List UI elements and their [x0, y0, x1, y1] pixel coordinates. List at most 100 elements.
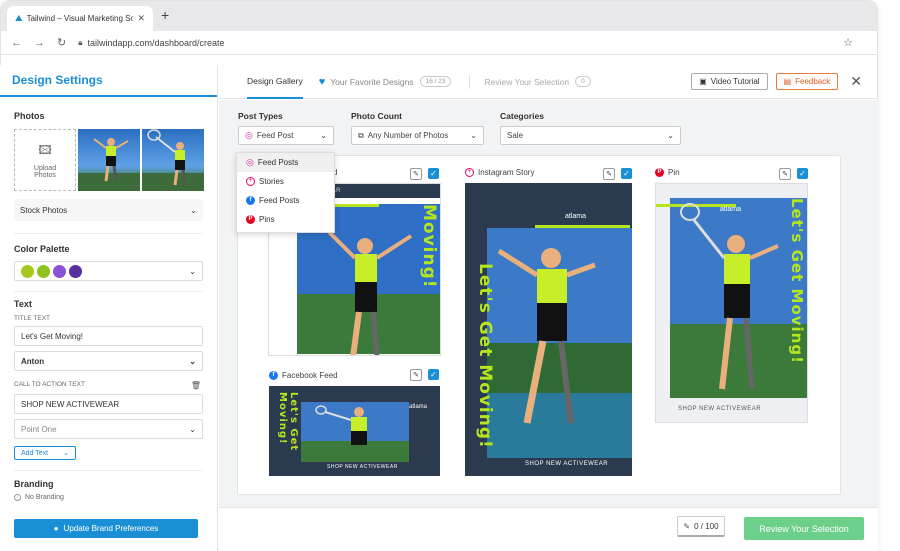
design-preview-facebook-feed[interactable]: atlama Let's Get Moving! SHOP NEW ACTIVE… [269, 386, 440, 476]
new-tab-icon[interactable]: + [161, 7, 169, 23]
athlete-photo-2 [142, 129, 204, 191]
instagram-story-label: + Instagram Story [465, 168, 534, 177]
update-brand-preferences-button[interactable]: ● Update Brand Preferences [14, 519, 198, 538]
radio-button[interactable] [14, 494, 21, 501]
pinterest-icon: P [246, 215, 255, 224]
browser-tab[interactable]: ⛰ Tailwind – Visual Marketing So ✕ [7, 6, 153, 31]
instagram-icon: ◎ [245, 130, 253, 140]
divider [469, 74, 471, 89]
chevron-down-icon: ⌄ [320, 131, 327, 140]
photos-row: 🖾 Upload Photos [0, 129, 217, 191]
dropdown-item-label: Feed Posts [257, 158, 299, 167]
tab-title: Tailwind – Visual Marketing So [26, 14, 134, 23]
user-icon: ● [53, 524, 59, 533]
dropdown-item-facebook-feed-posts[interactable]: f Feed Posts [237, 191, 334, 210]
tailwind-favicon-icon: ⛰ [15, 13, 23, 23]
athlete-photo [656, 198, 807, 398]
title-text-label: TITLE TEXT [14, 315, 50, 322]
select-checkbox[interactable]: ✓ [428, 369, 439, 380]
chevron-down-icon: ⌄ [189, 424, 196, 434]
add-text-label: Add Text [21, 449, 49, 457]
review-your-selection-button[interactable]: Review Your Selection [744, 517, 864, 540]
heart-icon: ♥ [318, 75, 326, 88]
video-icon: ▣ [699, 77, 707, 86]
title-font-select[interactable]: Anton ⌄ [14, 351, 203, 371]
no-branding-label: No Branding [25, 494, 64, 501]
color-palette-dropdown[interactable]: ⌄ [14, 261, 203, 281]
reload-icon[interactable]: ↻ [57, 36, 66, 49]
palette-color-swatch [69, 264, 82, 278]
edit-icon[interactable]: ✎ [410, 369, 422, 381]
photo-count-label: Photo Count [351, 111, 402, 121]
review-label: Review Your Selection [484, 76, 570, 87]
no-branding-option[interactable]: No Branding [0, 494, 217, 501]
comment-icon: ▤ [783, 77, 792, 86]
trash-icon[interactable]: 🗑︎ [191, 381, 201, 390]
cta-text-input[interactable]: SHOP NEW ACTIVEWEAR [14, 394, 203, 414]
video-tutorial-button[interactable]: ▣ Video Tutorial [691, 73, 768, 90]
tab-review-selection[interactable]: Review Your Selection 0 [484, 76, 591, 87]
design-preview-pin[interactable]: atlama Let's Get Moving! SHOP NEW ACTIVE… [655, 183, 808, 423]
divider [14, 233, 203, 234]
dropdown-item-feed-posts[interactable]: ◎ Feed Posts [237, 153, 334, 172]
add-text-button[interactable]: Add Text ⌄ [14, 446, 76, 460]
chevron-down-icon: ⌄ [189, 356, 196, 366]
design-headline: Let's Get Moving! [475, 263, 495, 449]
facebook-feed-label-text: Facebook Feed [282, 371, 338, 380]
cta-label-row: CALL TO ACTION TEXT 🗑︎ [0, 381, 217, 390]
stock-photos-dropdown[interactable]: Stock Photos ⌄ [14, 199, 203, 221]
cta-font-select[interactable]: Point One ⌄ [14, 419, 203, 439]
panel-title: Design Settings [0, 65, 217, 97]
select-checkbox[interactable]: ✓ [428, 168, 439, 179]
post-types-select[interactable]: ◎ Feed Post ⌄ [238, 126, 334, 145]
stock-photos-label: Stock Photos [20, 205, 68, 215]
selection-count: 0 / 100 [694, 521, 719, 531]
instagram-icon: ◎ [246, 157, 254, 167]
story-icon: + [465, 168, 474, 177]
tab-bar: ⛰ Tailwind – Visual Marketing So ✕ + [1, 1, 877, 31]
color-palette-heading: Color Palette [14, 244, 70, 254]
palette-color-swatch [37, 264, 50, 278]
dropdown-item-stories[interactable]: + Stories [237, 172, 334, 191]
url-field[interactable]: 🔒︎ tailwindapp.com/dashboard/create [78, 38, 224, 48]
edit-icon[interactable]: ✎ [779, 168, 791, 180]
update-brand-label: Update Brand Preferences [63, 524, 159, 533]
facebook-feed-label: f Facebook Feed [269, 371, 338, 380]
design-gallery-label: Design Gallery [247, 75, 303, 86]
tab-design-gallery[interactable]: Design Gallery [247, 65, 303, 99]
chevron-down-icon: ⌄ [190, 205, 197, 215]
design-cta-text: SHOP NEW ACTIVEWEAR [327, 464, 398, 470]
categories-select[interactable]: Sale ⌄ [500, 126, 681, 145]
dropdown-item-pins[interactable]: P Pins [237, 210, 334, 229]
post-types-label: Post Types [238, 111, 283, 121]
select-checkbox[interactable]: ✓ [621, 168, 632, 179]
photo-thumbnail[interactable] [78, 129, 140, 191]
title-font-value: Anton [21, 356, 45, 366]
edit-icon[interactable]: ✎ [410, 168, 422, 180]
brand-logo: atlama [720, 206, 742, 213]
edit-icon[interactable]: ✎ [603, 168, 615, 180]
cta-text-label: CALL TO ACTION TEXT [14, 381, 85, 388]
photo-thumbnail[interactable] [142, 129, 204, 191]
back-icon[interactable]: ← [11, 37, 22, 49]
chevron-down-icon: ⌄ [667, 131, 674, 140]
design-preview-instagram-story[interactable]: atlama Let's Get Moving! SHOP NEW ACTIVE… [465, 183, 632, 476]
photos-heading: Photos [14, 111, 45, 121]
bookmark-star-icon[interactable]: ☆ [843, 36, 853, 49]
design-headline: Let's Get Moving! [419, 204, 441, 299]
favorites-label: Your Favorite Designs [330, 76, 414, 87]
select-checkbox[interactable]: ✓ [797, 168, 808, 179]
upload-photos-button[interactable]: 🖾 Upload Photos [14, 129, 76, 191]
feedback-button[interactable]: ▤ Feedback [775, 73, 839, 90]
tab-favorite-designs[interactable]: ♥ Your Favorite Designs 16 / 23 [319, 76, 452, 88]
close-tab-icon[interactable]: ✕ [137, 13, 145, 24]
branding-heading: Branding [14, 479, 54, 489]
forward-icon[interactable]: → [34, 37, 45, 49]
pencil-icon: ✎ [683, 521, 691, 531]
top-nav: Design Gallery ♥ Your Favorite Designs 1… [219, 65, 878, 99]
photo-count-select[interactable]: ⧉ Any Number of Photos ⌄ [351, 126, 484, 145]
title-text-input[interactable]: Let's Get Moving! [14, 326, 203, 346]
dropdown-item-label: Feed Posts [259, 196, 300, 205]
close-icon[interactable]: ✕ [850, 73, 862, 90]
title-text-value: Let's Get Moving! [21, 331, 83, 341]
